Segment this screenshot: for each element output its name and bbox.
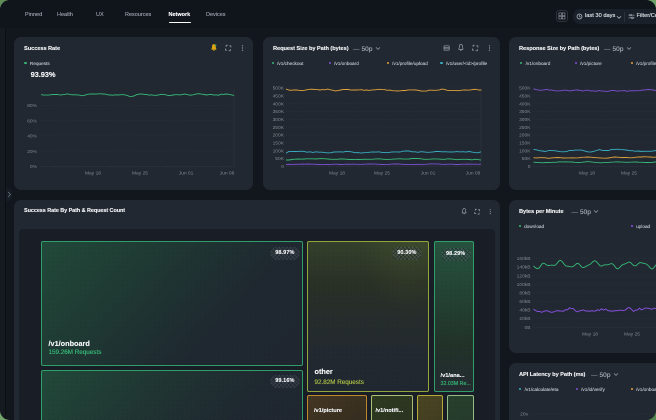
svg-text:40%: 40%: [27, 134, 37, 140]
svg-text:May 25: May 25: [132, 170, 148, 176]
svg-text:50K: 50K: [275, 156, 284, 162]
svg-text:Jun 08: Jun 08: [220, 170, 235, 176]
svg-text:Jun 01: Jun 01: [421, 170, 436, 176]
svg-text:350K: 350K: [519, 109, 531, 115]
svg-text:0B: 0B: [525, 325, 531, 331]
svg-text:May 18: May 18: [579, 170, 595, 176]
svg-text:20%: 20%: [27, 149, 37, 155]
svg-text:140kB: 140kB: [517, 265, 531, 271]
svg-text:200K: 200K: [519, 133, 531, 139]
svg-text:May 18: May 18: [85, 170, 101, 176]
svg-text:60kB: 60kB: [519, 299, 530, 305]
svg-text:350K: 350K: [273, 109, 285, 115]
svg-text:500K: 500K: [273, 86, 285, 92]
svg-text:200K: 200K: [273, 133, 285, 139]
svg-text:80%: 80%: [27, 103, 37, 109]
svg-text:450K: 450K: [273, 93, 285, 99]
svg-text:40kB: 40kB: [519, 308, 530, 314]
svg-text:May 25: May 25: [621, 170, 637, 176]
svg-text:May 25: May 25: [624, 332, 640, 338]
svg-text:80kB: 80kB: [519, 291, 530, 297]
svg-text:May 18: May 18: [582, 332, 598, 338]
svg-text:60%: 60%: [27, 118, 37, 124]
svg-text:Jun 08: Jun 08: [466, 170, 481, 176]
svg-text:20s: 20s: [520, 412, 528, 418]
svg-text:0: 0: [528, 164, 531, 170]
svg-text:100kB: 100kB: [517, 282, 531, 288]
svg-text:400K: 400K: [273, 101, 285, 107]
svg-text:120kB: 120kB: [517, 273, 531, 279]
svg-text:100K: 100K: [273, 148, 285, 154]
svg-text:250K: 250K: [273, 125, 285, 131]
svg-text:500K: 500K: [519, 86, 531, 92]
svg-text:Jun 01: Jun 01: [179, 170, 194, 176]
svg-text:150K: 150K: [519, 141, 531, 147]
svg-text:100K: 100K: [519, 148, 531, 154]
svg-text:250K: 250K: [519, 125, 531, 131]
svg-text:0: 0: [281, 164, 284, 170]
svg-text:300K: 300K: [519, 117, 531, 123]
svg-text:150K: 150K: [273, 141, 285, 147]
svg-text:300K: 300K: [273, 117, 285, 123]
svg-text:20kB: 20kB: [519, 316, 530, 322]
svg-text:May 25: May 25: [374, 170, 390, 176]
svg-text:0%: 0%: [30, 164, 38, 170]
svg-text:May 18: May 18: [329, 170, 345, 176]
svg-text:400K: 400K: [519, 101, 531, 107]
svg-text:160kB: 160kB: [517, 256, 531, 262]
svg-text:50K: 50K: [522, 156, 531, 162]
svg-text:450K: 450K: [519, 93, 531, 99]
